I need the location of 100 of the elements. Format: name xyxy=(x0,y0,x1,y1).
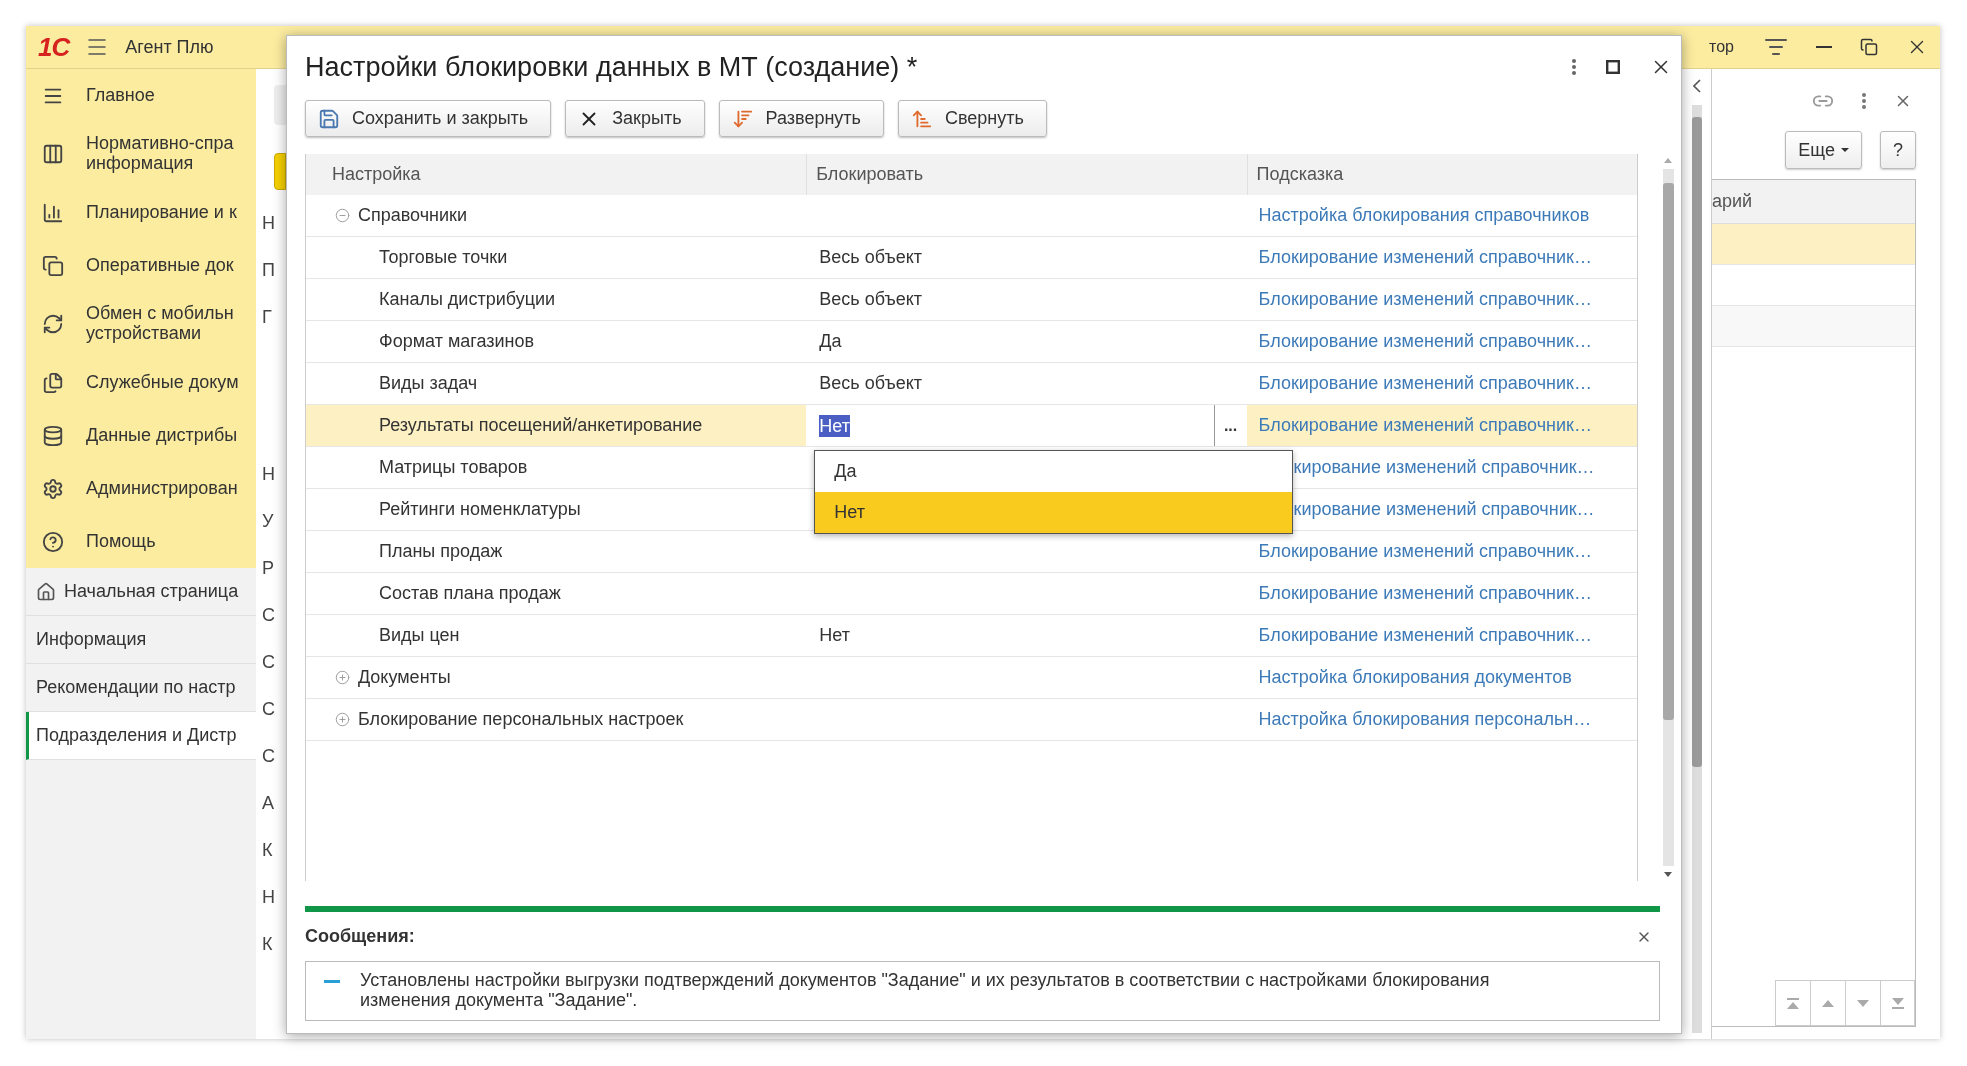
input-field[interactable] xyxy=(274,85,286,125)
page-tab[interactable]: Подразделения и Дистр xyxy=(26,712,256,760)
block-value: Да xyxy=(819,331,842,352)
expand-icon[interactable] xyxy=(334,712,350,727)
setting-name: Результаты посещений/анкетирование xyxy=(378,415,703,436)
hint-link[interactable]: кирование изменений справочник… xyxy=(1293,457,1595,478)
block-value: Нет xyxy=(819,625,850,646)
form-label: С xyxy=(261,698,276,721)
column-header: Подсказка xyxy=(1256,164,1344,185)
value-field[interactable]: Нет xyxy=(806,405,1214,446)
page-tab[interactable]: Информация xyxy=(26,616,256,664)
restore-icon[interactable] xyxy=(1860,38,1878,56)
refresh-icon xyxy=(42,313,64,335)
toolbar-button[interactable]: Свернуть xyxy=(897,100,1047,137)
form-label: С xyxy=(261,604,276,627)
form-label: К xyxy=(261,933,274,956)
scroll-down-icon xyxy=(1664,872,1672,878)
expand-icon[interactable] xyxy=(334,670,350,685)
setting-name: Виды задач xyxy=(378,373,478,394)
section-item[interactable]: Нормативно-спра информация xyxy=(26,122,256,186)
grid-icon xyxy=(42,143,64,165)
form-label: У xyxy=(261,510,275,533)
hint-link[interactable]: Блокирование изменений справочник… xyxy=(1258,583,1592,604)
page-tab[interactable]: Начальная страница xyxy=(26,568,256,616)
action-button[interactable] xyxy=(274,153,286,190)
block-value: Весь объект xyxy=(819,373,922,394)
hint-link[interactable]: Блокирование изменений справочник… xyxy=(1258,541,1592,562)
next-button[interactable] xyxy=(1845,980,1880,1026)
setting-name: Состав плана продаж xyxy=(378,583,561,604)
section-item[interactable]: Обмен с мобильн устройствами xyxy=(26,292,256,356)
scrollbar[interactable] xyxy=(1662,169,1674,867)
dash-icon xyxy=(324,980,340,984)
more-button[interactable]: Еще xyxy=(1785,131,1862,169)
scrollbar[interactable] xyxy=(1691,105,1702,1033)
collapse-icon[interactable] xyxy=(334,208,350,223)
form-label: С xyxy=(261,651,276,674)
hint-link[interactable]: Настройка блокирования документов xyxy=(1258,667,1572,688)
caret-icon xyxy=(1841,148,1849,152)
hint-link[interactable]: Блокирование изменений справочник… xyxy=(1258,373,1592,394)
setting-name: Формат магазинов xyxy=(378,331,535,352)
section-item[interactable]: Помощь xyxy=(26,515,256,568)
form-label: А xyxy=(261,792,275,815)
group-name: Документы xyxy=(357,667,451,688)
section-item[interactable]: Главное xyxy=(26,69,256,122)
section-item[interactable]: Планирование и к xyxy=(26,186,256,239)
chevron-left-icon[interactable] xyxy=(1692,79,1701,93)
setting-name: Матрицы товаров xyxy=(378,457,528,478)
user-name: тор xyxy=(1709,38,1734,56)
save-icon xyxy=(318,107,340,130)
column-header: Настройка xyxy=(331,164,421,185)
setting-name: Рейтинги номенклатуры xyxy=(378,499,581,520)
dropdown-option[interactable]: Нет xyxy=(815,492,1293,533)
form-label: К xyxy=(261,839,274,862)
hint-link[interactable]: Блокирование изменений справочник… xyxy=(1258,289,1592,310)
app-title: Агент Плю xyxy=(125,36,214,58)
section-item[interactable]: Администрирован xyxy=(26,462,256,515)
hint-link[interactable]: Блокирование изменений справочник… xyxy=(1258,415,1592,436)
block-value: Весь объект xyxy=(819,247,922,268)
choose-button[interactable]: ... xyxy=(1213,405,1247,446)
dropdown-option[interactable]: Да xyxy=(815,451,1293,492)
hint-link[interactable]: Настройка блокирования персональн… xyxy=(1258,709,1592,730)
form-label: Н xyxy=(261,886,276,909)
form-label: Н xyxy=(261,212,276,235)
column-header: Блокировать xyxy=(816,164,924,185)
more-icon xyxy=(1862,93,1866,109)
hint-link[interactable]: Блокирование изменений справочник… xyxy=(1258,625,1592,646)
section-item[interactable]: Служебные докум xyxy=(26,356,256,409)
scroll-up-icon xyxy=(1664,158,1672,163)
down-icon xyxy=(1857,999,1869,1007)
last-page-button[interactable] xyxy=(1880,980,1915,1026)
section-item[interactable]: Данные дистрибы xyxy=(26,409,256,462)
help-button[interactable]: ? xyxy=(1880,131,1916,169)
more-icon xyxy=(1572,59,1576,75)
hint-link[interactable]: Настройка блокирования справочников xyxy=(1258,205,1590,226)
group-name: Блокирование персональных настроек xyxy=(357,709,684,730)
minimize-icon xyxy=(1816,46,1832,48)
toolbar-button[interactable]: Закрыть xyxy=(565,100,705,137)
setting-name: Планы продаж xyxy=(378,541,503,562)
dialog-title: Настройки блокировки данных в МТ (создание) * xyxy=(305,51,919,83)
toolbar-button[interactable]: Сохранить и закрыть xyxy=(305,100,552,137)
section-item[interactable]: Оперативные док xyxy=(26,239,256,292)
first-icon xyxy=(1787,997,1799,1009)
form-label: С xyxy=(261,745,276,768)
hint-link[interactable]: Блокирование изменений справочник… xyxy=(1258,331,1592,352)
column-header: арий xyxy=(1712,191,1753,212)
first-page-button[interactable] xyxy=(1775,980,1810,1026)
settings-icon xyxy=(42,477,64,500)
form-label: Г xyxy=(261,306,273,329)
home-icon xyxy=(36,581,56,602)
toolbar-button[interactable]: Развернуть xyxy=(718,100,884,137)
maximize-icon xyxy=(1606,60,1620,74)
documents-icon xyxy=(42,254,64,277)
form-label: Р xyxy=(261,557,275,580)
help-icon xyxy=(42,530,64,553)
block-value: Весь объект xyxy=(819,289,922,310)
hint-link[interactable]: Блокирование изменений справочник… xyxy=(1258,247,1592,268)
setting-name: Торговые точки xyxy=(378,247,508,268)
form-label: П xyxy=(261,259,276,282)
hint-link[interactable]: кирование изменений справочник… xyxy=(1293,499,1595,520)
prev-button[interactable] xyxy=(1810,980,1845,1026)
